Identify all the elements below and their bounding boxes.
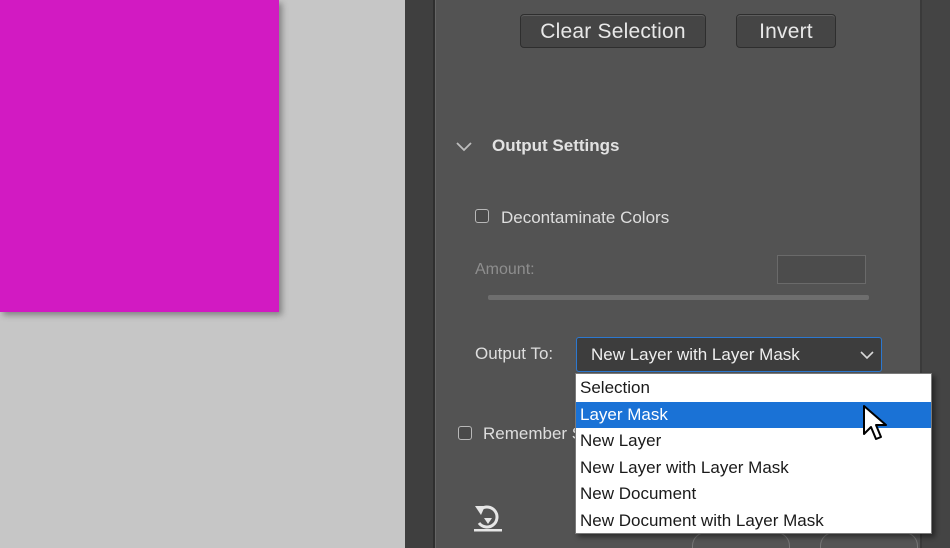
refine-edge-window: Clear Selection Invert Output Settings D…	[0, 0, 950, 548]
chevron-down-icon	[860, 351, 874, 360]
decontaminate-colors-checkbox[interactable]	[475, 209, 489, 223]
document-canvas[interactable]	[0, 0, 405, 548]
output-to-value: New Layer with Layer Mask	[591, 345, 800, 364]
output-to-label: Output To:	[475, 344, 554, 363]
amount-input[interactable]	[777, 255, 866, 284]
output-settings-header[interactable]: Output Settings	[455, 132, 619, 160]
panel-divider	[405, 0, 435, 548]
option-new-document-with-layer-mask[interactable]: New Document with Layer Mask	[576, 508, 931, 535]
magenta-layer-preview	[0, 0, 279, 312]
cancel-button[interactable]	[820, 532, 918, 548]
invert-button[interactable]: Invert	[736, 14, 836, 48]
clear-selection-button[interactable]: Clear Selection	[520, 14, 706, 48]
option-new-document[interactable]: New Document	[576, 481, 931, 508]
option-selection[interactable]: Selection	[576, 375, 931, 402]
output-settings-title: Output Settings	[492, 136, 620, 155]
amount-slider[interactable]	[488, 295, 869, 300]
decontaminate-colors-label: Decontaminate Colors	[501, 208, 670, 227]
output-to-select[interactable]: New Layer with Layer Mask	[576, 337, 882, 372]
option-new-layer-with-layer-mask[interactable]: New Layer with Layer Mask	[576, 455, 931, 482]
amount-label: Amount:	[475, 261, 535, 278]
arrow-cursor-icon	[863, 405, 887, 440]
output-to-dropdown-list: Selection Layer Mask New Layer New Layer…	[575, 373, 932, 534]
remember-settings-label: Remember S	[483, 424, 584, 443]
chevron-down-icon[interactable]	[455, 137, 473, 155]
ok-button[interactable]	[692, 532, 790, 548]
remember-settings-checkbox[interactable]	[458, 426, 472, 440]
reset-icon[interactable]	[472, 503, 504, 533]
